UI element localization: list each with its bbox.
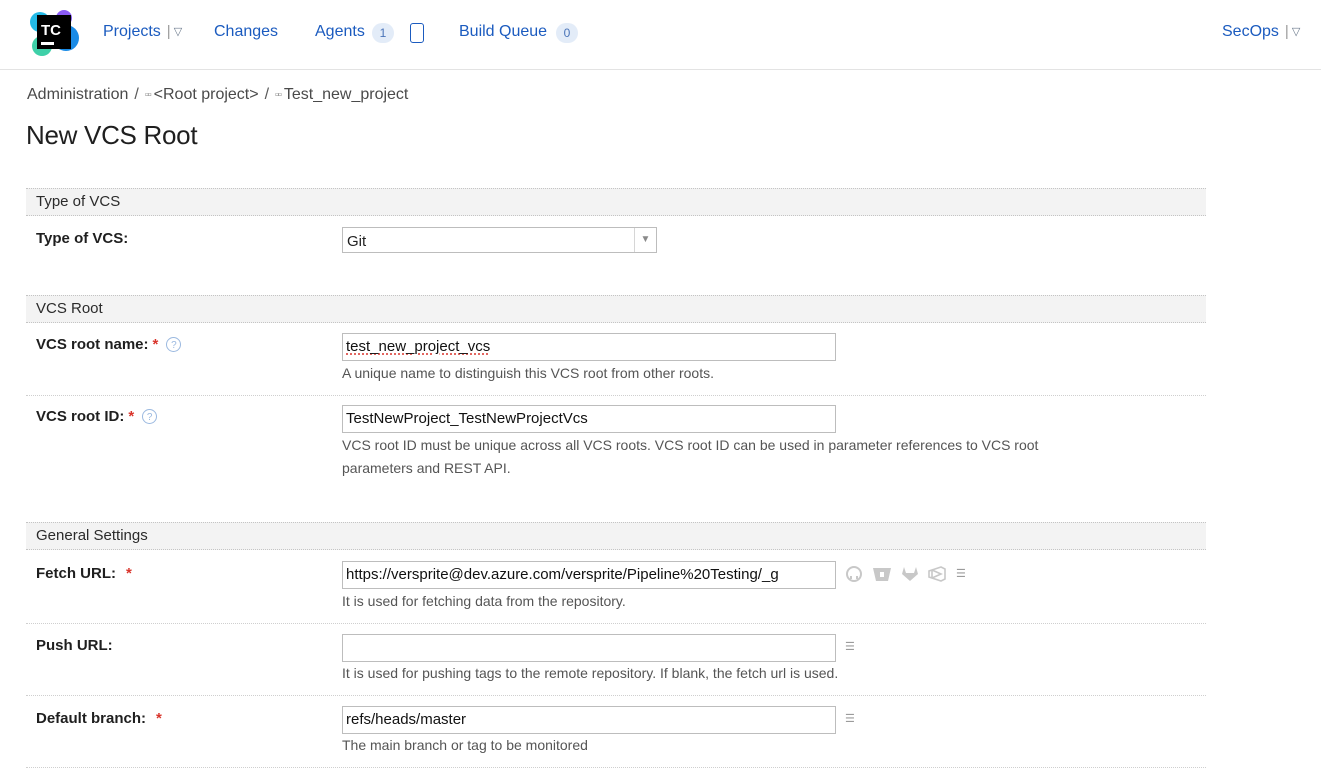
default-branch-label: Default branch: * (36, 710, 162, 727)
agent-status-icon[interactable] (410, 23, 424, 43)
push-url-label-text: Push URL: (36, 637, 113, 654)
page-title: New VCS Root (26, 120, 198, 150)
type-of-vcs-select[interactable]: Git ▼ (342, 227, 657, 253)
default-branch-input[interactable]: refs/heads/master (342, 706, 836, 734)
nav-separator: | (1284, 23, 1289, 40)
row-divider (26, 767, 1206, 768)
vcs-root-id-hint-line2: parameters and REST API. (342, 460, 511, 476)
chevron-down-icon[interactable]: ▽ (1292, 26, 1300, 38)
row-divider (26, 695, 1206, 696)
required-asterisk: * (156, 710, 162, 727)
section-type-of-vcs: Type of VCS (26, 188, 1206, 216)
fetch-url-hint: It is used for fetching data from the re… (342, 593, 626, 609)
fetch-url-label-text: Fetch URL: (36, 565, 116, 582)
type-of-vcs-label: Type of VCS: (36, 230, 128, 247)
github-icon[interactable] (846, 566, 862, 582)
list-icon[interactable]: ☰ (956, 569, 968, 580)
azure-devops-icon[interactable] (928, 566, 946, 582)
nav-agents[interactable]: Agents (315, 23, 365, 41)
breadcrumb-separator: / (264, 86, 270, 103)
row-divider (26, 395, 1206, 396)
required-asterisk: * (126, 565, 132, 582)
vcs-root-id-hint: VCS root ID must be unique across all VC… (342, 434, 1122, 480)
default-branch-label-text: Default branch: (36, 710, 147, 727)
fetch-url-value: https://versprite@dev.azure.com/versprit… (346, 566, 779, 583)
vcs-root-id-label-text: VCS root ID: (36, 408, 125, 425)
type-of-vcs-value: Git (347, 233, 367, 250)
required-asterisk: * (152, 336, 159, 353)
default-branch-value: refs/heads/master (346, 711, 467, 728)
list-icon[interactable]: ☰ (845, 642, 857, 653)
vcs-root-name-label-text: VCS root name: (36, 336, 149, 353)
chevron-down-icon[interactable]: ▽ (174, 26, 182, 38)
nav-separator: | (166, 23, 171, 40)
agents-count-badge: 1 (372, 23, 394, 43)
question-mark-icon[interactable]: ? (166, 337, 182, 352)
project-icon: ▫▫ (275, 89, 282, 101)
user-menu[interactable]: SecOps | ▽ (1222, 23, 1300, 41)
type-of-vcs-label-text: Type of VCS: (36, 230, 129, 247)
nav-build-queue[interactable]: Build Queue (459, 23, 547, 41)
row-divider (26, 623, 1206, 624)
required-asterisk: * (128, 408, 135, 425)
nav-projects[interactable]: Projects | ▽ (103, 23, 182, 41)
vcs-root-id-value: TestNewProject_TestNewProjectVcs (346, 410, 588, 427)
top-navigation-bar: TC Projects | ▽ Changes Agents 1 Build Que… (0, 0, 1321, 70)
push-url-input[interactable] (342, 634, 836, 662)
project-icon: ▫▫ (144, 89, 152, 101)
push-url-hint: It is used for pushing tags to the remot… (342, 665, 839, 681)
breadcrumb-separator: / (134, 86, 139, 103)
default-branch-hint: The main branch or tag to be monitored (342, 737, 588, 753)
list-icon[interactable]: ☰ (845, 714, 857, 725)
nav-changes[interactable]: Changes (214, 23, 278, 41)
svg-text:TC: TC (41, 22, 61, 39)
vcs-root-name-value: test_new_project_vcs (346, 338, 491, 355)
vcs-root-name-input[interactable]: test_new_project_vcs (342, 333, 836, 361)
vcs-root-id-hint-line1: VCS root ID must be unique across all VC… (342, 437, 1039, 453)
question-mark-icon[interactable]: ? (142, 409, 158, 424)
chevron-down-icon[interactable]: ▼ (634, 228, 656, 252)
breadcrumb-test-project[interactable]: Test_new_project (284, 86, 409, 103)
vcs-root-id-label: VCS root ID: *? (36, 408, 158, 425)
gitlab-icon[interactable] (901, 566, 919, 582)
build-queue-count-badge: 0 (556, 23, 578, 43)
nav-projects-label[interactable]: Projects (103, 23, 161, 40)
section-vcs-root: VCS Root (26, 295, 1206, 323)
bitbucket-icon[interactable] (872, 566, 892, 582)
vcs-root-name-label: VCS root name: *? (36, 336, 182, 353)
breadcrumb-root-project[interactable]: <Root project> (154, 86, 259, 103)
fetch-url-input[interactable]: https://versprite@dev.azure.com/versprit… (342, 561, 836, 589)
teamcity-logo[interactable]: TC (28, 8, 80, 58)
breadcrumb: Administration / ▫▫ <Root project> / ▫▫ Test_n… (27, 86, 408, 104)
vcs-root-id-input[interactable]: TestNewProject_TestNewProjectVcs (342, 405, 836, 433)
breadcrumb-administration[interactable]: Administration (27, 86, 128, 103)
user-name[interactable]: SecOps (1222, 23, 1279, 40)
vcs-root-name-hint: A unique name to distinguish this VCS ro… (342, 365, 714, 381)
section-general-settings: General Settings (26, 522, 1206, 550)
fetch-url-label: Fetch URL: * (36, 565, 132, 582)
push-url-label: Push URL: (36, 637, 113, 654)
